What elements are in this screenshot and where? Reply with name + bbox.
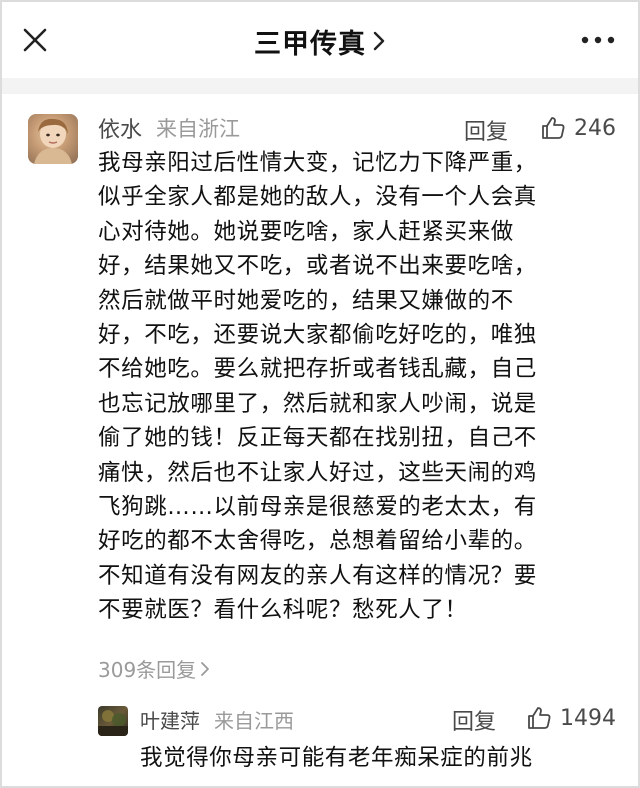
reply-username[interactable]: 叶建萍 <box>140 705 200 734</box>
more-button[interactable] <box>580 32 616 48</box>
comment-body: 我母亲阳过后性情大变，记忆力下降严重， 似乎全家人都是她的敌人，没有一个人会真 … <box>98 146 618 628</box>
comment-line: 好吃的都不太舍得吃，总想着留给小辈的。 <box>98 528 537 555</box>
comment-line: 痛快，然后也不让家人好过，这些天闹的鸡 <box>98 459 537 486</box>
reply-like-count: 1494 <box>560 705 616 731</box>
reply-button[interactable]: 回复 <box>464 114 508 146</box>
like-count: 246 <box>574 115 616 141</box>
comment-line: 不要就医？看什么科呢？愁死人了！ <box>98 597 468 624</box>
replies-count: 309条回复 <box>98 658 197 682</box>
comment-line: 不知道有没有网友的亲人有这样的情况？要 <box>98 562 537 589</box>
chevron-right-icon <box>372 30 386 52</box>
thumbs-up-icon <box>528 707 551 729</box>
comment-line: 好，结果她又不吃，或者说不出来要吃啥， <box>98 253 537 280</box>
view-replies-link[interactable]: 309条回复 <box>98 654 210 683</box>
comment-line: 飞狗跳……以前母亲是很慈爱的老太太，有 <box>98 494 537 521</box>
more-dots-icon <box>581 36 615 44</box>
top-bar: 三甲传真 <box>2 2 638 80</box>
reply-like-button[interactable]: 1494 <box>526 705 616 731</box>
reply-reply-button[interactable]: 回复 <box>452 704 496 736</box>
comment-line: 偷了她的钱！反正每天都在找别扭，自己不 <box>98 425 537 452</box>
reply-avatar[interactable] <box>98 706 128 736</box>
reply-body: 我觉得你母亲可能有老年痴呆症的前兆 <box>140 745 533 771</box>
comment-location: 来自浙江 <box>156 117 241 141</box>
comment-line: 好，不吃，还要说大家都偷吃好吃的，唯独 <box>98 322 537 349</box>
section-divider <box>2 78 638 94</box>
page-frame: 三甲传真 依水 来自浙江 回复 246 我母亲阳过后性情大变，记忆力下降严重， … <box>0 0 640 788</box>
chevron-right-icon <box>201 661 210 676</box>
comment-line: 似乎全家人都是她的敌人，没有一个人会真 <box>98 184 537 211</box>
avatar[interactable] <box>28 114 78 164</box>
comment-line: 也忘记放哪里了，然后就和家人吵闹，说是 <box>98 390 537 417</box>
account-title-link[interactable]: 三甲传真 <box>254 22 386 61</box>
thumbs-up-icon <box>542 117 565 139</box>
close-icon <box>23 28 47 52</box>
reply-meta: 叶建萍 来自江西 <box>140 704 294 734</box>
reply-location: 来自江西 <box>214 708 294 733</box>
comment-username[interactable]: 依水 <box>98 112 142 144</box>
like-button[interactable]: 246 <box>540 115 616 141</box>
comment-line: 然后就做平时她爱吃的，结果又嫌做的不 <box>98 287 514 314</box>
comment-line: 不给她吃。要么就把存折或者钱乱藏，自己 <box>98 356 537 383</box>
comment-line: 我母亲阳过后性情大变，记忆力下降严重， <box>98 150 537 176</box>
page-title: 三甲传真 <box>254 28 366 60</box>
close-button[interactable] <box>20 25 50 55</box>
comment-line: 心对待她。她说要吃啥，家人赶紧买来做 <box>98 218 514 245</box>
